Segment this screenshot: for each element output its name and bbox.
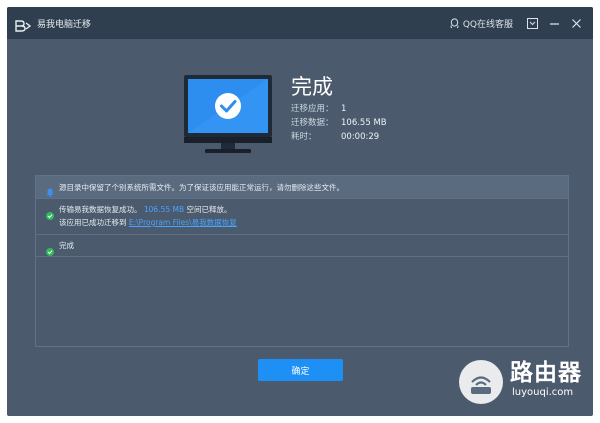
destination-path-link[interactable]: E:\Program Files\易我数据恢复 [129, 218, 237, 227]
success-check-icon [46, 205, 54, 220]
warning-text: 源目录中保留了个别系统所需文件。为了保证该应用能正常运行，请勿删除这些文件。 [59, 183, 344, 192]
stat-label: 迁移应用： [291, 104, 334, 114]
app-window: 易我电脑迁移 QQ在线客服 完成 迁移应用： 1 迁移数据： 106.55 MB… [7, 7, 593, 416]
watermark-url: luyouqi.com [512, 387, 574, 398]
complete-text: 完成 [59, 241, 74, 250]
migration-log-panel[interactable]: 源目录中保留了个别系统所需文件。为了保证该应用能正常运行，请勿删除这些文件。 传… [35, 175, 569, 347]
log-row-complete: 完成 [36, 235, 568, 257]
stat-value: 00:00:29 [341, 132, 380, 142]
qq-support-link[interactable]: QQ在线客服 [449, 17, 513, 30]
qq-support-label: QQ在线客服 [462, 19, 513, 30]
stat-label: 耗时： [291, 132, 317, 142]
minimize-button[interactable] [543, 7, 565, 39]
dropdown-box-icon [526, 17, 538, 29]
freed-size: 106.55 MB [143, 205, 185, 214]
title-bar: 易我电脑迁移 QQ在线客服 [7, 7, 593, 39]
migrated-to-text: 该应用已成功迁移到 E:\Program Files\易我数据恢复 [59, 217, 237, 228]
migrated-to-label: 该应用已成功迁移到 [59, 218, 129, 227]
monitor-check-illustration [183, 74, 273, 156]
router-watermark-icon [459, 360, 503, 404]
close-icon [571, 18, 581, 28]
app-title: 易我电脑迁移 [37, 19, 92, 30]
stat-label: 迁移数据： [291, 118, 334, 128]
bell-icon [46, 182, 54, 197]
log-row-transfer: 传输易我数据恢复成功。 106.55 MB 空间已释放。 该应用已成功迁移到 E… [36, 199, 568, 235]
menu-dropdown-button[interactable] [521, 7, 543, 39]
stat-value: 1 [341, 104, 347, 114]
app-logo-icon [15, 17, 32, 32]
transfer-suffix: 空间已释放。 [184, 205, 232, 214]
watermark-title: 路由器 [510, 360, 582, 386]
stat-value: 106.55 MB [341, 118, 387, 128]
transfer-prefix: 传输易我数据恢复成功。 [59, 205, 142, 214]
stat-migrated-data: 迁移数据： 106.55 MB [291, 117, 387, 129]
close-button[interactable] [565, 7, 587, 39]
transfer-success-text: 传输易我数据恢复成功。 106.55 MB 空间已释放。 [59, 204, 232, 215]
success-check-icon [46, 241, 54, 256]
stat-migrated-apps: 迁移应用： 1 [291, 103, 346, 115]
result-heading: 完成 [291, 75, 333, 99]
stat-elapsed-time: 耗时： 00:00:29 [291, 131, 379, 143]
title-controls: QQ在线客服 [449, 7, 593, 39]
confirm-button[interactable]: 确定 [258, 359, 343, 381]
log-row-warning: 源目录中保留了个别系统所需文件。为了保证该应用能正常运行，请勿删除这些文件。 [36, 176, 568, 199]
minimize-icon [549, 22, 559, 25]
qq-icon [449, 17, 460, 29]
